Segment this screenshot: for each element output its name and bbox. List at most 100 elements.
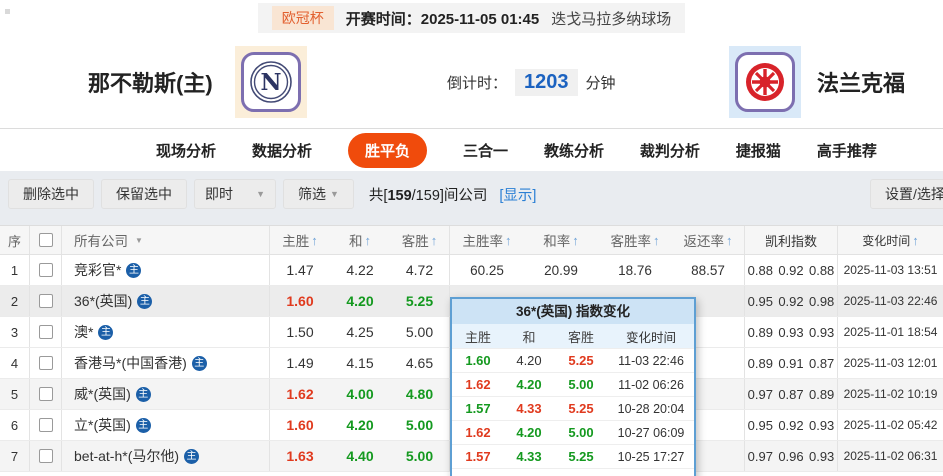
company-cell[interactable]: 威*(英国) 主 [62, 379, 270, 409]
nav-tab[interactable]: 现场分析 [156, 133, 216, 168]
company-cell[interactable]: 竞彩官* 主 [62, 255, 270, 285]
league-badge[interactable]: 欧冠杯 [271, 6, 334, 30]
col-header-draw-rate[interactable]: 和率 ↑ [524, 226, 598, 254]
company-name[interactable]: 澳* [74, 322, 93, 342]
nav-tab[interactable]: 胜平负 [347, 132, 427, 168]
odds-value: 5.25 [568, 449, 594, 464]
filter-button[interactable]: 筛选 ▼ [283, 179, 354, 209]
nav-tab[interactable]: 三合一 [463, 133, 508, 168]
away-win-odds[interactable]: 5.00 [390, 410, 450, 440]
sort-up-icon[interactable]: ↑ [365, 233, 372, 248]
company-name[interactable]: 立*(英国) [74, 415, 131, 435]
sort-up-icon[interactable]: ↑ [431, 233, 438, 248]
home-win-odds[interactable]: 1.49 [270, 355, 330, 371]
row-index: 7 [0, 441, 30, 471]
away-win-odds[interactable]: 4.65 [390, 348, 450, 378]
popup-home-odds: 1.57 [452, 401, 504, 416]
col-header-home-win[interactable]: 主胜 ↑ [270, 226, 330, 254]
nav-tab[interactable]: 数据分析 [252, 133, 312, 168]
main-company-badge-icon: 主 [184, 448, 200, 464]
kelly-indices: 0.89 0.93 0.93 [745, 317, 838, 347]
row-checkbox[interactable] [38, 325, 53, 339]
draw-odds[interactable]: 4.22 [330, 262, 390, 278]
company-cell[interactable]: 澳* 主 [62, 317, 270, 347]
col-header-away-rate[interactable]: 客胜率 ↑ [598, 226, 672, 254]
kickoff-time: 开赛时间：2025-11-05 01:45 [346, 8, 539, 29]
away-win-odds[interactable]: 5.00 [390, 317, 450, 347]
nav-tab[interactable]: 裁判分析 [640, 133, 700, 168]
company-name[interactable]: 香港马*(中国香港) [74, 353, 187, 373]
sort-up-icon[interactable]: ↑ [653, 233, 660, 248]
col-header-change-time[interactable]: 变化时间 ↑ [838, 226, 943, 254]
row-checkbox[interactable] [38, 263, 53, 277]
col-header-home-rate[interactable]: 主胜率 ↑ [450, 226, 524, 254]
home-win-odds[interactable]: 1.47 [270, 262, 330, 278]
odds-value: 5.25 [568, 353, 594, 368]
nav-tab[interactable]: 教练分析 [544, 133, 604, 168]
kickoff-label: 开赛时间： [345, 10, 421, 28]
company-cell[interactable]: 立*(英国) 主 [62, 410, 270, 440]
select-all-checkbox[interactable] [38, 233, 53, 247]
away-win-odds[interactable]: 4.72 [390, 255, 450, 285]
draw-odds[interactable]: 4.20 [330, 417, 390, 433]
company-cell[interactable]: 36*(英国) 主 [62, 286, 270, 316]
company-cell[interactable]: bet-at-h*(马尔他) 主 [62, 441, 270, 471]
nav-tab[interactable]: 捷报猫 [736, 133, 781, 168]
home-win-odds[interactable]: 1.60 [270, 293, 330, 309]
kelly-value: 0.87 [808, 355, 835, 371]
odds-comparison-page: 欧冠杯 开赛时间：2025-11-05 01:45 迭戈马拉多纳球场 那不勒斯(… [0, 0, 943, 476]
analysis-nav: 现场分析 数据分析 胜平负 三合一 教练分析 裁判分析 捷报猫 高手推荐 [0, 128, 943, 171]
kelly-value: 0.89 [808, 386, 835, 402]
sort-up-icon[interactable]: ↑ [726, 233, 733, 248]
company-name[interactable]: bet-at-h*(马尔他) [74, 446, 179, 466]
company-name[interactable]: 威*(英国) [74, 384, 131, 404]
away-win-odds[interactable]: 4.80 [390, 379, 450, 409]
settings-button[interactable]: 设置/选择 [870, 179, 943, 209]
home-win-odds[interactable]: 1.60 [270, 417, 330, 433]
change-time: 2025-11-01 18:54 [843, 325, 938, 339]
popup-body: 1.60 4.20 5.25 11-03 22:46 1.62 4.20 5.00 11-02… [452, 348, 694, 476]
draw-odds[interactable]: 4.20 [330, 293, 390, 309]
row-index: 1 [0, 255, 30, 285]
col-header-return-rate[interactable]: 返还率 ↑ [672, 226, 745, 254]
col-header-company[interactable]: 所有公司 ▼ [62, 226, 270, 254]
show-link[interactable]: [显示] [499, 184, 536, 205]
draw-odds[interactable]: 4.15 [330, 355, 390, 371]
match-info-strip: 欧冠杯 开赛时间：2025-11-05 01:45 迭戈马拉多纳球场 [257, 3, 686, 33]
draw-odds[interactable]: 4.25 [330, 324, 390, 340]
row-checkbox[interactable] [38, 418, 53, 432]
kelly-value: 0.92 [778, 417, 804, 433]
sort-up-icon[interactable]: ↑ [505, 233, 512, 248]
popup-change-time: 10-27 06:09 [617, 425, 685, 440]
home-win-odds[interactable]: 1.50 [270, 324, 330, 340]
live-odds-select[interactable]: 即时 ▼ [194, 179, 276, 209]
company-name[interactable]: 竞彩官* [74, 260, 121, 280]
popup-change-time: 10-25 17:27 [617, 449, 685, 464]
keep-selected-button[interactable]: 保留选中 [101, 179, 187, 209]
kelly-value: 0.88 [808, 262, 835, 278]
popup-away-odds: 5.25 [554, 353, 608, 368]
col-header-draw[interactable]: 和 ↑ [330, 226, 390, 254]
draw-odds[interactable]: 4.40 [330, 448, 390, 464]
main-company-badge-icon: 主 [135, 417, 151, 433]
delete-selected-button[interactable]: 删除选中 [8, 179, 94, 209]
row-checkbox[interactable] [38, 449, 53, 463]
col-header-away-win[interactable]: 客胜 ↑ [390, 226, 450, 254]
draw-odds[interactable]: 4.00 [330, 386, 390, 402]
sort-up-icon[interactable]: ↑ [572, 233, 579, 248]
row-checkbox[interactable] [38, 294, 53, 308]
odds-value: 1.62 [286, 386, 314, 402]
nav-tab[interactable]: 高手推荐 [817, 133, 877, 168]
home-win-odds[interactable]: 1.62 [270, 386, 330, 402]
kelly-value: 0.93 [778, 324, 804, 340]
away-win-odds[interactable]: 5.25 [390, 286, 450, 316]
company-cell[interactable]: 香港马*(中国香港) 主 [62, 348, 270, 378]
home-win-odds[interactable]: 1.63 [270, 448, 330, 464]
sort-up-icon[interactable]: ↑ [912, 233, 919, 248]
company-name[interactable]: 36*(英国) [74, 291, 132, 311]
row-checkbox[interactable] [38, 387, 53, 401]
popup-draw-odds: 4.20 [504, 377, 554, 392]
away-win-odds[interactable]: 5.00 [390, 441, 450, 471]
row-checkbox[interactable] [38, 356, 53, 370]
sort-up-icon[interactable]: ↑ [311, 233, 318, 248]
